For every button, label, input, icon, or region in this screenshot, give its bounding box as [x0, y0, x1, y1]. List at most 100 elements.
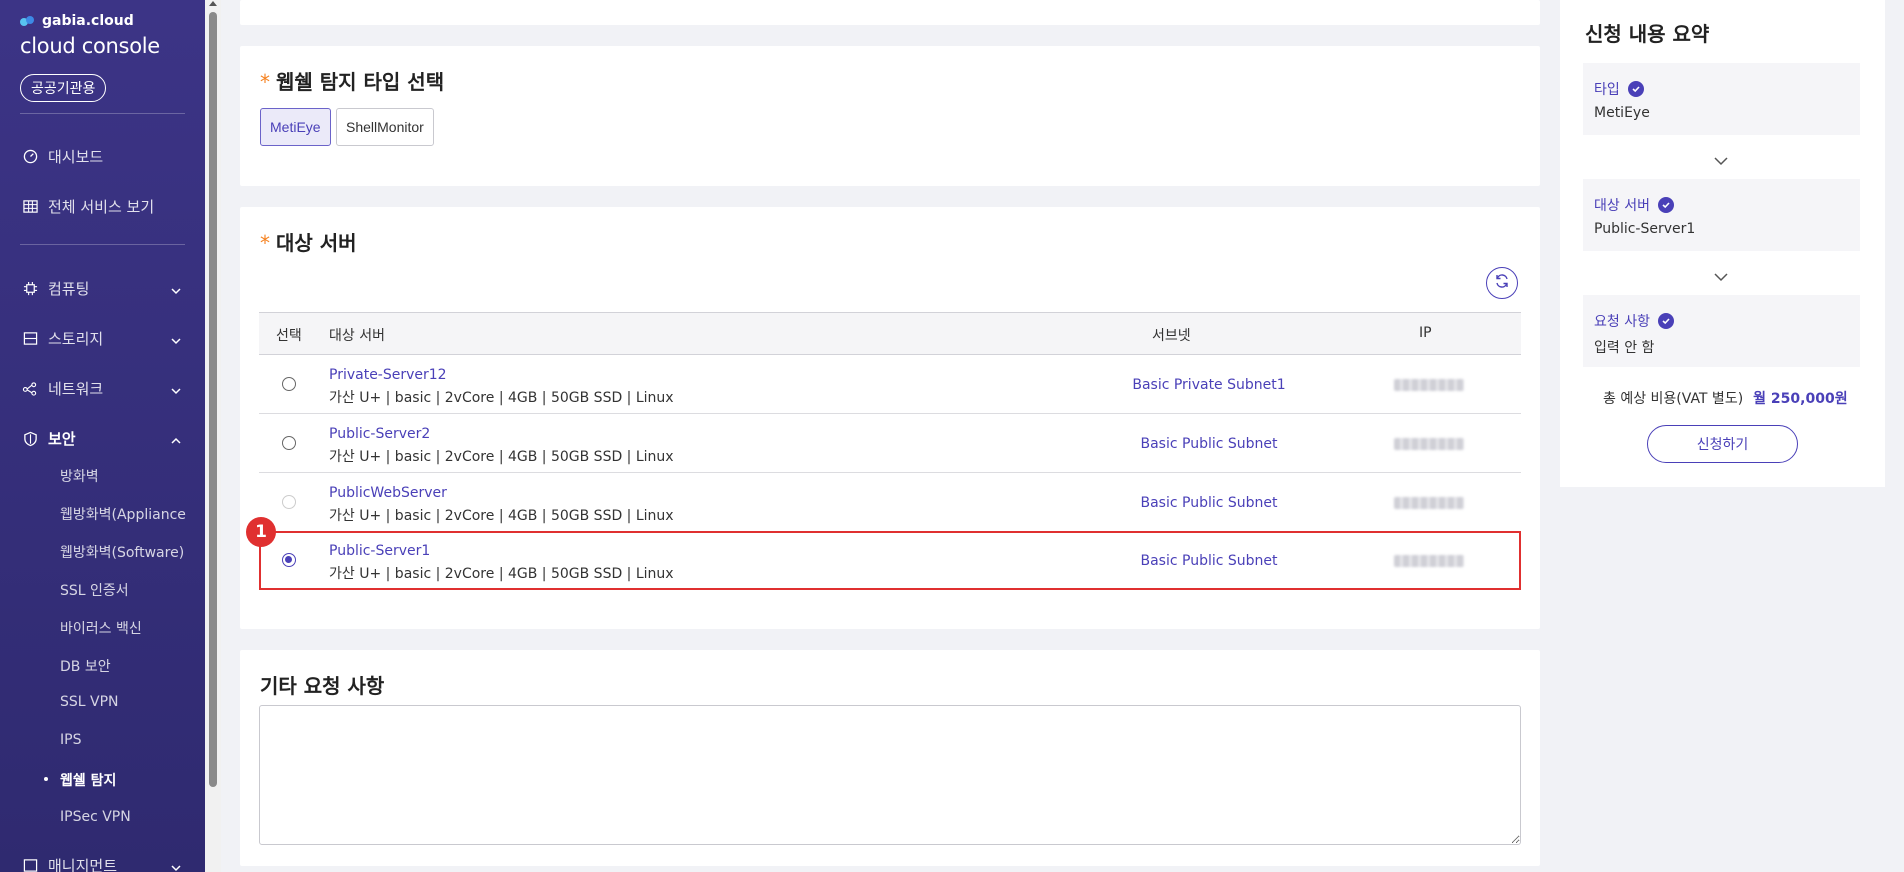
sidebar-sub-waf-software[interactable]: 웹방화벽(Software) — [60, 542, 184, 562]
sidebar-item-label: 컴퓨팅 — [48, 280, 90, 298]
server-subnet: Basic Private Subnet1 — [1132, 377, 1286, 393]
sidebar-item-label: 매니지먼트 — [48, 857, 118, 872]
server-radio[interactable] — [282, 377, 296, 391]
sidebar-item-label: 대시보드 — [48, 148, 104, 166]
section-title: 기타 요청 사항 — [260, 674, 385, 698]
sidebar: gabia.cloud cloud console 공공기관용 대시보드 전체 … — [0, 0, 205, 872]
public-agency-badge[interactable]: 공공기관용 — [20, 74, 107, 102]
sidebar-divider — [20, 113, 185, 114]
sidebar-item-management[interactable]: 매니지먼트 — [22, 855, 182, 872]
storage-icon — [22, 331, 38, 347]
summary-label: 요청 사항 — [1594, 311, 1674, 331]
request-textarea[interactable] — [259, 705, 1521, 845]
server-spec: 가산 U+ | basic | 2vCore | 4GB | 50GB SSD … — [329, 566, 674, 582]
server-name: Private-Server12 — [329, 367, 447, 383]
brand-logo[interactable]: gabia.cloud — [20, 13, 134, 29]
network-icon — [22, 381, 38, 397]
col-ip: IP — [1419, 325, 1432, 341]
server-spec: 가산 U+ | basic | 2vCore | 4GB | 50GB SSD … — [329, 449, 674, 465]
summary-value: Public-Server1 — [1594, 221, 1696, 237]
server-name: Public-Server2 — [329, 426, 431, 442]
cpu-icon — [22, 281, 38, 297]
sidebar-sub-waf-appliance[interactable]: 웹방화벽(Appliance — [60, 504, 186, 524]
server-name: Public-Server1 — [329, 543, 431, 559]
sidebar-item-dashboard[interactable]: 대시보드 — [22, 146, 182, 167]
sidebar-item-label: 보안 — [48, 430, 76, 448]
cost-label: 총 예상 비용(VAT 별도) — [1603, 391, 1744, 407]
summary-server-block: 대상 서버 Public-Server1 — [1583, 179, 1860, 251]
sidebar-item-network[interactable]: 네트워크 — [22, 378, 182, 399]
scroll-up-arrow-icon[interactable] — [209, 1, 217, 6]
sidebar-item-computing[interactable]: 컴퓨팅 — [22, 278, 182, 299]
summary-request-block: 요청 사항 입력 안 함 — [1583, 295, 1860, 367]
summary-value: MetiEye — [1594, 105, 1650, 121]
summary-type-block: 타입 MetiEye — [1583, 63, 1860, 135]
sidebar-sub-ssl-cert[interactable]: SSL 인증서 — [60, 580, 129, 600]
summary-label-text: 타입 — [1594, 82, 1620, 98]
sidebar-item-storage[interactable]: 스토리지 — [22, 328, 182, 349]
required-mark: * — [260, 70, 270, 94]
server-radio[interactable] — [282, 495, 296, 509]
dashboard-icon — [22, 149, 38, 165]
sidebar-sub-db-security[interactable]: DB 보안 — [60, 656, 111, 676]
sidebar-item-label: 스토리지 — [48, 330, 104, 348]
table-row[interactable]: PublicWebServer 가산 U+ | basic | 2vCore |… — [259, 473, 1521, 532]
grid-icon — [22, 199, 38, 215]
chevron-up-icon — [170, 431, 182, 449]
estimated-cost: 총 예상 비용(VAT 별도) 월 250,000원 — [1603, 388, 1848, 408]
previous-section-card — [240, 0, 1540, 25]
type-option-metieye[interactable]: MetiEye — [260, 108, 331, 146]
col-select: 선택 — [276, 328, 302, 344]
chevron-down-icon — [170, 858, 182, 872]
sidebar-divider — [20, 244, 185, 245]
sidebar-item-label: 전체 서비스 보기 — [48, 198, 155, 216]
summary-label-text: 대상 서버 — [1594, 198, 1650, 214]
chevron-down-icon — [170, 331, 182, 349]
server-name: PublicWebServer — [329, 485, 447, 501]
server-ip-blurred — [1394, 438, 1464, 450]
scrollbar-thumb[interactable] — [209, 12, 217, 787]
table-row[interactable]: Public-Server2 가산 U+ | basic | 2vCore | … — [259, 414, 1521, 473]
server-spec: 가산 U+ | basic | 2vCore | 4GB | 50GB SSD … — [329, 508, 674, 524]
sidebar-item-label: 네트워크 — [48, 380, 104, 398]
summary-label: 타입 — [1594, 79, 1644, 99]
server-spec: 가산 U+ | basic | 2vCore | 4GB | 50GB SSD … — [329, 390, 674, 406]
summary-value: 입력 안 함 — [1594, 340, 1655, 356]
type-option-shellmonitor[interactable]: ShellMonitor — [336, 108, 434, 146]
check-circle-icon — [1657, 197, 1674, 213]
table-header: 선택 대상 서버 서브넷 IP — [259, 312, 1521, 355]
summary-label-text: 요청 사항 — [1594, 314, 1650, 330]
chevron-down-icon — [170, 381, 182, 399]
summary-title: 신청 내용 요약 — [1585, 22, 1710, 46]
table-row[interactable]: Private-Server12 가산 U+ | basic | 2vCore … — [259, 355, 1521, 414]
section-title: * 웹쉘 탐지 타입 선택 — [260, 66, 444, 95]
server-subnet: Basic Public Subnet — [1140, 436, 1278, 452]
server-radio[interactable] — [282, 436, 296, 450]
console-title: cloud console — [20, 34, 160, 58]
section-title-text: 대상 서버 — [276, 231, 357, 255]
required-mark: * — [260, 231, 270, 255]
sidebar-item-security[interactable]: 보안 — [22, 428, 182, 449]
server-radio[interactable] — [282, 553, 296, 567]
check-circle-icon — [1627, 81, 1644, 97]
sidebar-sub-antivirus[interactable]: 바이러스 백신 — [60, 618, 142, 638]
webshell-type-section: * 웹쉘 탐지 타입 선택 — [240, 46, 1540, 186]
page-scrollbar[interactable] — [205, 0, 221, 872]
sidebar-sub-ipsec-vpn[interactable]: IPSec VPN — [60, 809, 131, 825]
server-subnet: Basic Public Subnet — [1140, 495, 1278, 511]
server-subnet: Basic Public Subnet — [1140, 553, 1278, 569]
cost-value: 월 250,000원 — [1753, 391, 1848, 407]
sidebar-sub-firewall[interactable]: 방화벽 — [60, 466, 99, 486]
sidebar-sub-ips[interactable]: IPS — [60, 732, 81, 748]
sidebar-sub-ssl-vpn[interactable]: SSL VPN — [60, 694, 119, 710]
apply-button[interactable]: 신청하기 — [1647, 425, 1798, 463]
step-marker: 1 — [246, 517, 276, 547]
summary-label: 대상 서버 — [1594, 195, 1674, 215]
sidebar-sub-webshell-detection[interactable]: 웹쉘 탐지 — [43, 770, 116, 790]
shield-icon — [22, 431, 38, 447]
table-row-selected[interactable]: Public-Server1 가산 U+ | basic | 2vCore | … — [259, 531, 1521, 590]
sidebar-item-all-services[interactable]: 전체 서비스 보기 — [22, 196, 182, 217]
section-title: * 대상 서버 — [260, 227, 357, 256]
refresh-button[interactable] — [1486, 267, 1518, 299]
chevron-down-icon — [1713, 151, 1729, 170]
